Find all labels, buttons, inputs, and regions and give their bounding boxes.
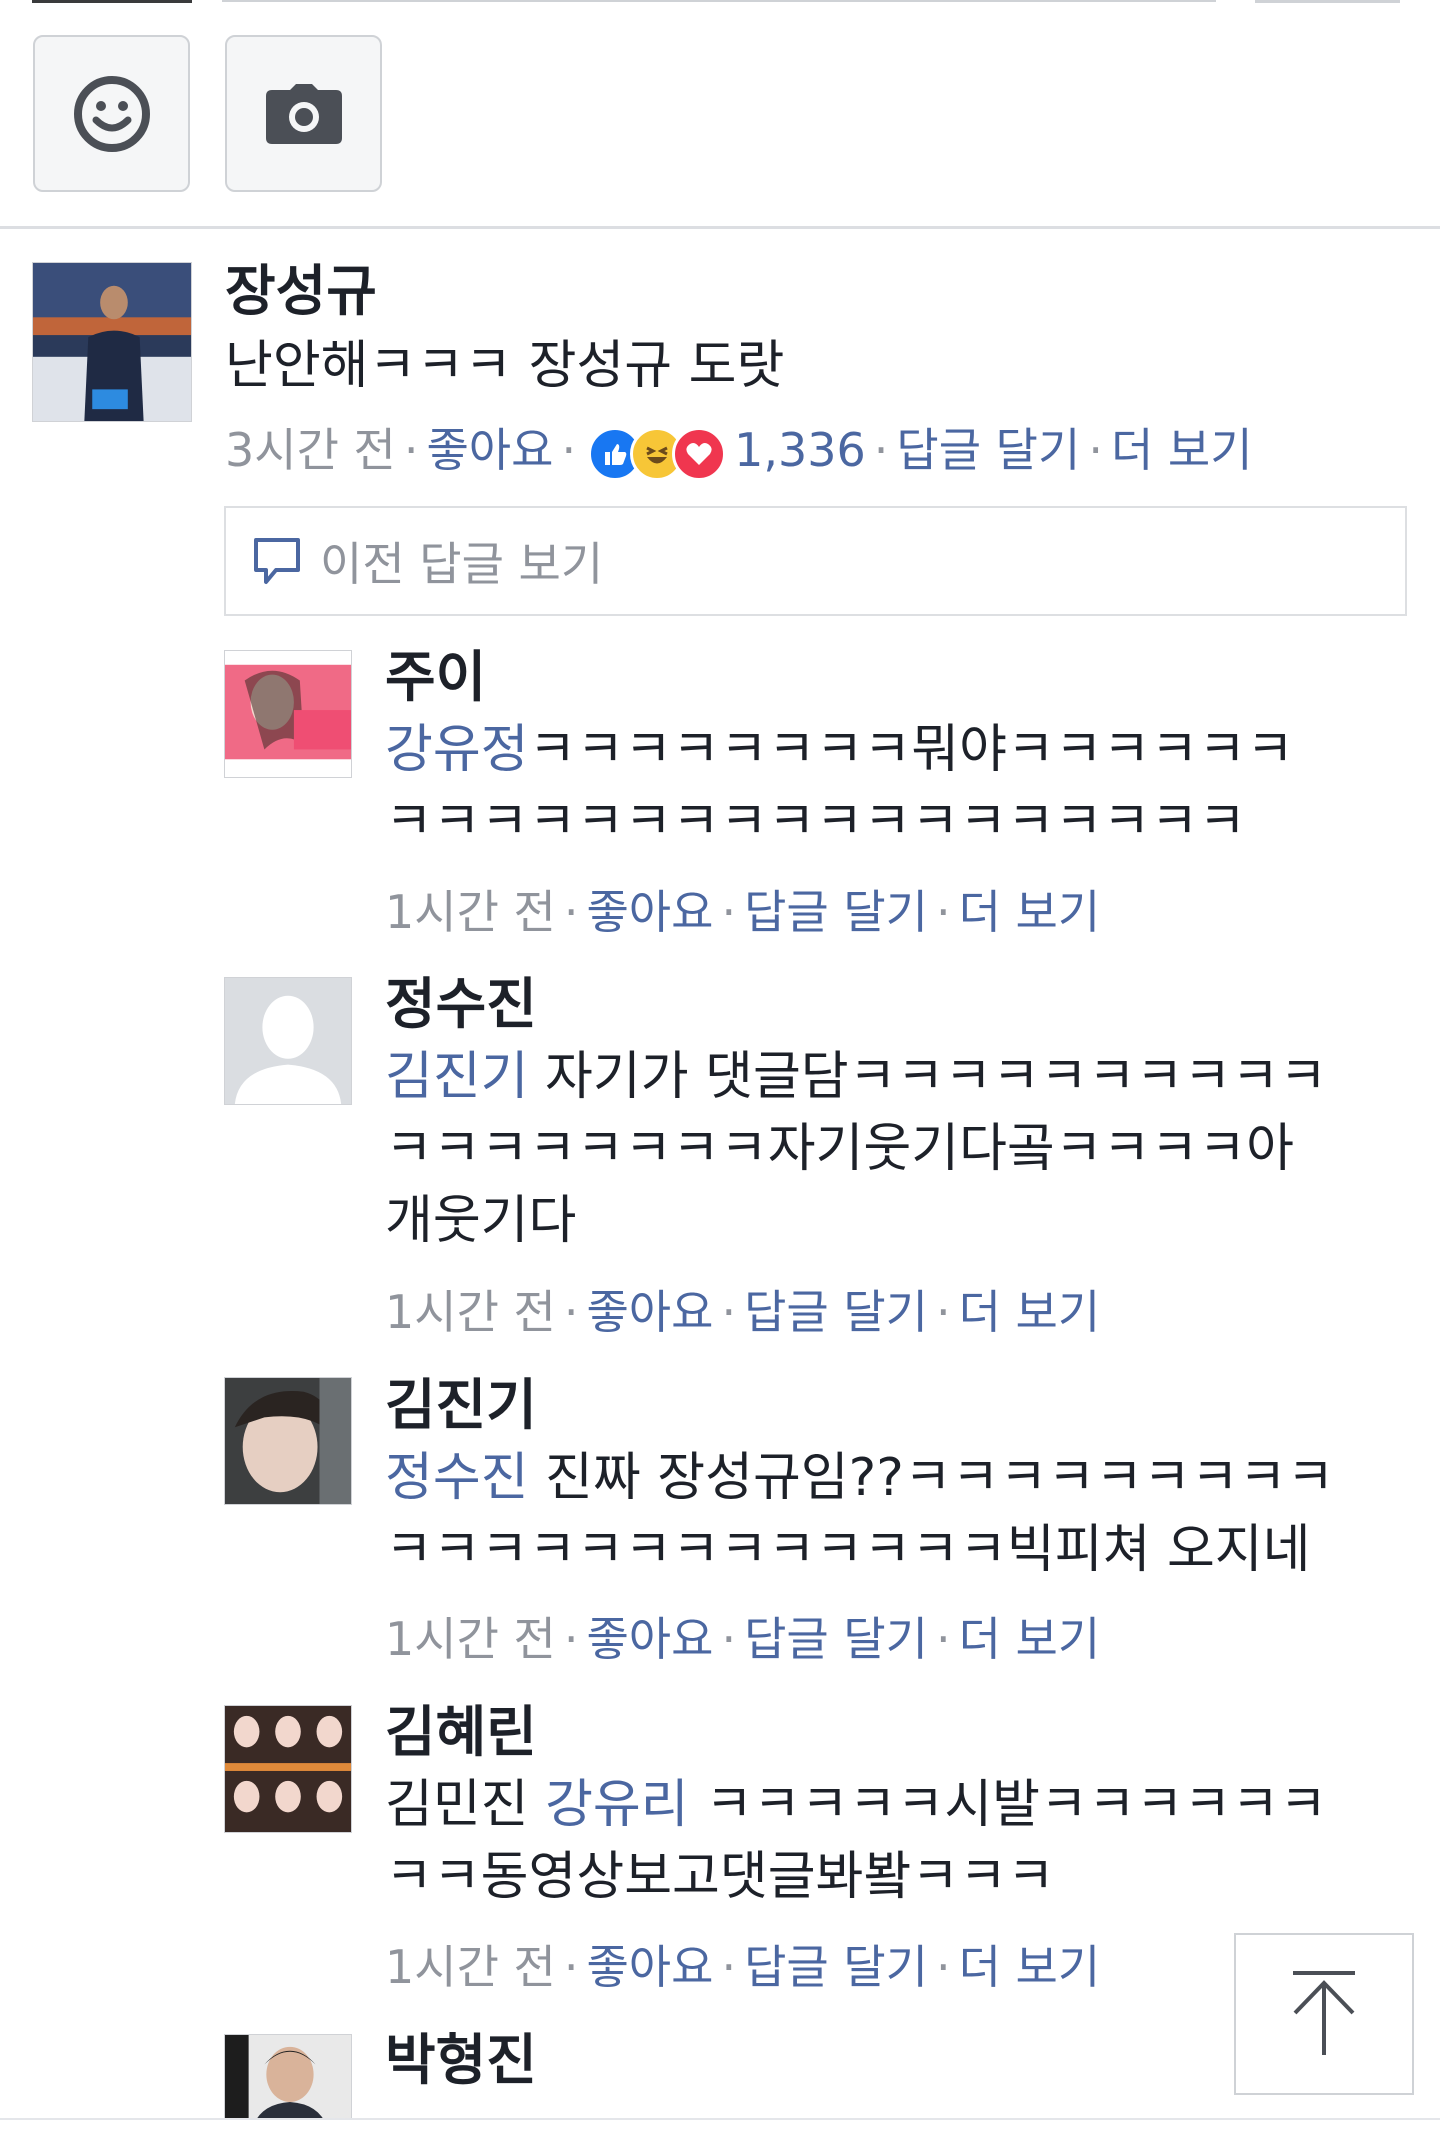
reply-author[interactable]: 정수진 — [385, 969, 537, 1039]
separator: · — [935, 885, 951, 939]
profile-photo — [225, 1378, 351, 1504]
scroll-to-top-button[interactable] — [1234, 1933, 1414, 2095]
arrow-up-icon — [1293, 1971, 1355, 2055]
reply-text: ㅋㅋㅋㅋㅋ시발ㅋㅋㅋㅋㅋㅋ — [688, 1775, 1328, 1835]
mention-link[interactable]: 정수진 — [385, 1448, 529, 1508]
reply-author[interactable]: 김혜린 — [385, 1697, 537, 1767]
reply-text: 김민진 — [385, 1775, 546, 1835]
reply-meta: 1시간 전 · 좋아요 · 답글 달기 · 더 보기 — [385, 1282, 1100, 1342]
like-link[interactable]: 좋아요 — [586, 1285, 713, 1339]
reply-text-line: 김민진 강유리 ㅋㅋㅋㅋㅋ시발ㅋㅋㅋㅋㅋㅋ — [385, 1769, 1327, 1841]
more-link[interactable]: 더 보기 — [959, 1285, 1101, 1339]
reply-link[interactable]: 답글 달기 — [744, 1940, 928, 1994]
reply-author[interactable]: 박형진 — [385, 2025, 537, 2095]
separator: · — [403, 423, 419, 477]
reply-text: 자기가 댓글담ㅋㅋㅋㅋㅋㅋㅋㅋㅋㅋ — [528, 1047, 1328, 1107]
avatar-reply[interactable] — [224, 1377, 352, 1505]
separator: · — [935, 1612, 951, 1666]
separator: · — [873, 423, 889, 477]
separator: · — [563, 1940, 579, 1994]
separator: · — [563, 1285, 579, 1339]
default-avatar-icon — [225, 978, 351, 1104]
more-link[interactable]: 더 보기 — [959, 1612, 1101, 1666]
comment-text: 난안해ㅋㅋㅋ 장성규 도랏 — [225, 336, 785, 396]
composer-top-edge — [0, 0, 1440, 6]
reply-text-line: 강유정ㅋㅋㅋㅋㅋㅋㅋㅋ뭐야ㅋㅋㅋㅋㅋㅋ — [385, 714, 1294, 786]
reply-text-line: ㅋㅋㅋㅋㅋㅋㅋㅋㅋㅋㅋㅋㅋ빅피쳐 오지네 — [385, 1520, 1311, 1580]
separator: · — [721, 885, 737, 939]
avatar-reply[interactable] — [224, 650, 352, 778]
profile-photo — [33, 263, 191, 421]
more-link[interactable]: 더 보기 — [1111, 423, 1253, 477]
more-link[interactable]: 더 보기 — [959, 1940, 1101, 1994]
reply-meta: 1시간 전 · 좋아요 · 답글 달기 · 더 보기 — [385, 1609, 1100, 1669]
reply-author[interactable]: 김진기 — [385, 1370, 537, 1440]
post-button-edge[interactable] — [1255, 0, 1400, 3]
reply-author[interactable]: 주이 — [385, 642, 486, 712]
camera-icon — [265, 83, 342, 144]
reply-meta: 1시간 전 · 좋아요 · 답글 달기 · 더 보기 — [385, 1937, 1100, 1997]
like-link[interactable]: 좋아요 — [426, 423, 553, 477]
separator: · — [563, 885, 579, 939]
avatar-main-comment[interactable] — [32, 262, 192, 422]
profile-photo — [225, 2035, 351, 2127]
smiley-icon — [73, 75, 150, 152]
timestamp[interactable]: 3시간 전 — [225, 423, 396, 477]
reply-link[interactable]: 답글 달기 — [744, 1285, 928, 1339]
separator: · — [1088, 423, 1103, 477]
reply-meta: 1시간 전 · 좋아요 · 답글 달기 · 더 보기 — [385, 882, 1100, 942]
speech-bubble-icon — [254, 538, 300, 584]
avatar-reply[interactable] — [224, 977, 352, 1105]
reply-text-line: ㅋㅋㅋㅋㅋㅋㅋㅋㅋㅋㅋㅋㅋㅋㅋㅋㅋㅋ — [385, 792, 1247, 852]
like-link[interactable]: 좋아요 — [586, 1940, 713, 1994]
separator: · — [935, 1940, 951, 1994]
emoji-button[interactable] — [33, 35, 190, 192]
view-previous-replies-label: 이전 답글 보기 — [320, 537, 604, 591]
reactions-summary[interactable] — [588, 426, 727, 481]
comment-author[interactable]: 장성규 — [225, 256, 377, 326]
timestamp[interactable]: 1시간 전 — [385, 885, 556, 939]
reply-text-line: 김진기 자기가 댓글담ㅋㅋㅋㅋㅋㅋㅋㅋㅋㅋ — [385, 1041, 1327, 1113]
avatar-reply[interactable] — [224, 1705, 352, 1833]
divider — [32, 0, 192, 3]
timestamp[interactable]: 1시간 전 — [385, 1285, 556, 1339]
bottom-edge — [0, 2118, 1440, 2135]
profile-photo — [225, 651, 351, 777]
reply-text: ㅋㅋㅋㅋㅋㅋㅋㅋ뭐야ㅋㅋㅋㅋㅋㅋ — [528, 720, 1294, 780]
separator: · — [935, 1285, 951, 1339]
reply-text: 진짜 장성규임??ㅋㅋㅋㅋㅋㅋㅋㅋㅋ — [528, 1448, 1335, 1508]
reply-text-line: 개웃기다 — [385, 1191, 577, 1251]
more-link[interactable]: 더 보기 — [959, 885, 1101, 939]
separator: · — [721, 1940, 737, 1994]
reply-link[interactable]: 답글 달기 — [744, 1612, 928, 1666]
timestamp[interactable]: 1시간 전 — [385, 1612, 556, 1666]
camera-button[interactable] — [225, 35, 382, 192]
separator: · — [721, 1612, 737, 1666]
mention-link[interactable]: 강유정 — [385, 720, 529, 780]
separator: · — [563, 1612, 579, 1666]
timestamp[interactable]: 1시간 전 — [385, 1940, 556, 1994]
mention-link[interactable]: 김진기 — [385, 1047, 529, 1107]
separator: · — [721, 1285, 737, 1339]
separator: · — [561, 423, 577, 477]
reply-text-line: ㅋㅋㅋㅋㅋㅋㅋㅋ자기웃기다곸ㅋㅋㅋㅋ아 — [385, 1119, 1294, 1179]
reply-link[interactable]: 답글 달기 — [896, 423, 1080, 477]
section-divider — [0, 226, 1440, 229]
reaction-count[interactable]: 1,336 — [734, 423, 866, 477]
love-icon — [672, 426, 727, 481]
comment-meta: 3시간 전 · 좋아요 · 1,336 · 답글 달기 · 더 보기 — [225, 420, 1253, 481]
reply-link[interactable]: 답글 달기 — [744, 885, 928, 939]
comment-input-edge[interactable] — [222, 0, 1216, 2]
like-link[interactable]: 좋아요 — [586, 1612, 713, 1666]
like-link[interactable]: 좋아요 — [586, 885, 713, 939]
reply-text-line: ㅋㅋ동영상보고댓글봐봨ㅋㅋㅋ — [385, 1847, 1055, 1907]
avatar-reply[interactable] — [224, 2034, 352, 2128]
mention-link[interactable]: 강유리 — [545, 1775, 689, 1835]
reply-text-line: 정수진 진짜 장성규임??ㅋㅋㅋㅋㅋㅋㅋㅋㅋ — [385, 1442, 1334, 1514]
profile-photo — [225, 1706, 351, 1832]
view-previous-replies[interactable]: 이전 답글 보기 — [224, 506, 1407, 616]
